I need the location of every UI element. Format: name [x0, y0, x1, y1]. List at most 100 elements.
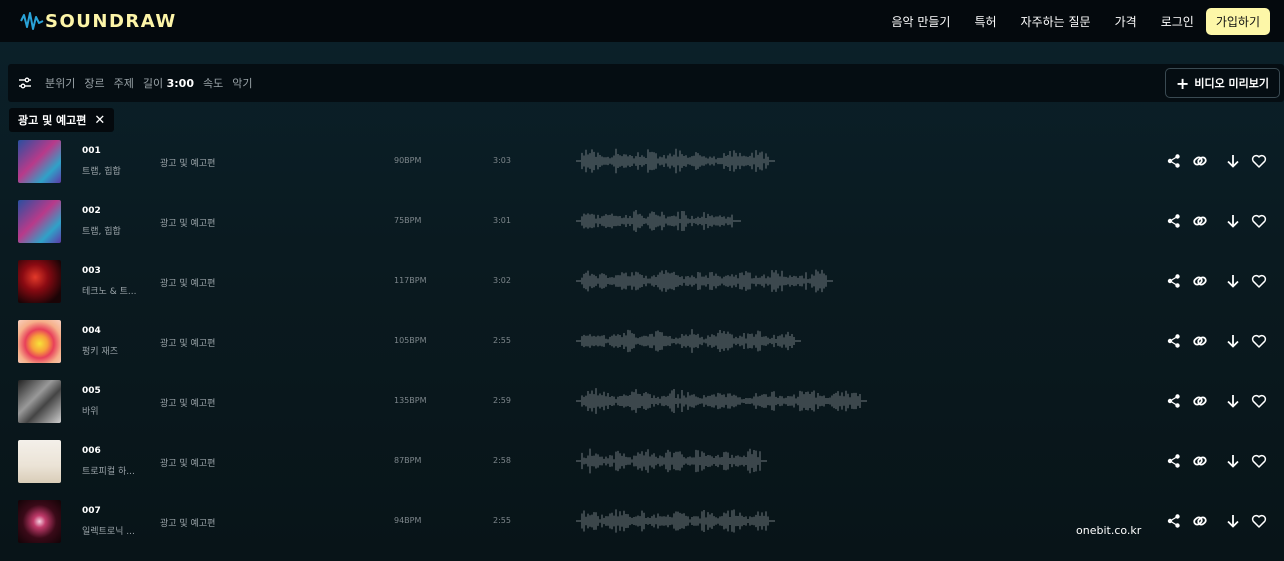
download-icon[interactable]	[1225, 213, 1241, 229]
link-icon[interactable]	[1192, 513, 1208, 529]
track-waveform[interactable]	[576, 146, 886, 176]
nav-link-patent[interactable]: 특허	[974, 13, 996, 30]
track-number: 005	[82, 386, 101, 396]
active-filter-chip-label: 광고 및 예고편	[18, 114, 87, 127]
link-icon[interactable]	[1192, 153, 1208, 169]
share-icon[interactable]	[1166, 333, 1182, 349]
link-icon[interactable]	[1192, 453, 1208, 469]
heart-icon[interactable]	[1251, 213, 1267, 229]
track-number: 006	[82, 446, 101, 456]
track-length: 2:58	[493, 456, 511, 465]
video-preview-button[interactable]: + 비디오 미리보기	[1164, 68, 1280, 98]
track-cover-art[interactable]	[18, 320, 61, 363]
track-bpm: 90BPM	[394, 156, 422, 165]
download-icon[interactable]	[1225, 393, 1241, 409]
track-waveform[interactable]	[576, 506, 886, 536]
link-icon[interactable]	[1192, 213, 1208, 229]
track-row[interactable]: 006 트로피컬 하... 광고 및 예고편 87BPM 2:58	[0, 438, 1284, 498]
download-icon[interactable]	[1225, 153, 1241, 169]
track-category: 광고 및 예고편	[160, 279, 216, 289]
track-waveform[interactable]	[576, 326, 886, 356]
heart-icon[interactable]	[1251, 333, 1267, 349]
track-cover-art[interactable]	[18, 260, 61, 303]
filter-tempo[interactable]: 속도	[203, 75, 223, 91]
track-row[interactable]: 001 트랩, 힙합 광고 및 예고편 90BPM 3:03	[0, 138, 1284, 198]
track-bpm: 135BPM	[394, 396, 427, 405]
share-icon[interactable]	[1166, 273, 1182, 289]
track-number: 003	[82, 266, 101, 276]
logo-wave-icon	[20, 12, 44, 30]
track-waveform[interactable]	[576, 266, 886, 296]
share-icon[interactable]	[1166, 153, 1182, 169]
track-genre: 트랩, 힙합	[82, 227, 121, 237]
filter-length-label: 길이	[142, 77, 164, 90]
download-icon[interactable]	[1225, 273, 1241, 289]
filter-length-value: 3:00	[166, 77, 194, 90]
track-cover-art[interactable]	[18, 380, 61, 423]
sliders-icon[interactable]	[18, 76, 32, 90]
nav-link-faq[interactable]: 자주하는 질문	[1021, 13, 1091, 30]
track-category: 광고 및 예고편	[160, 159, 216, 169]
track-cover-art[interactable]	[18, 440, 61, 483]
track-cover-art[interactable]	[18, 140, 61, 183]
download-icon[interactable]	[1225, 453, 1241, 469]
close-icon[interactable]: ✕	[94, 113, 105, 128]
track-number: 007	[82, 506, 101, 516]
filter-genre[interactable]: 장르	[84, 75, 104, 91]
share-icon[interactable]	[1166, 213, 1182, 229]
download-icon[interactable]	[1225, 333, 1241, 349]
share-icon[interactable]	[1166, 513, 1182, 529]
heart-icon[interactable]	[1251, 153, 1267, 169]
nav-link-login[interactable]: 로그인	[1161, 13, 1194, 30]
track-waveform[interactable]	[576, 206, 886, 236]
download-icon[interactable]	[1225, 513, 1241, 529]
track-bpm: 117BPM	[394, 276, 427, 285]
nav-link-pricing[interactable]: 가격	[1115, 13, 1137, 30]
filter-length[interactable]: 길이 3:00	[143, 75, 194, 91]
track-length: 3:03	[493, 156, 511, 165]
track-cover-art[interactable]	[18, 200, 61, 243]
track-category: 광고 및 예고편	[160, 519, 216, 529]
nav-link-create-music[interactable]: 음악 만들기	[891, 13, 950, 30]
track-number: 004	[82, 326, 101, 336]
heart-icon[interactable]	[1251, 273, 1267, 289]
track-category: 광고 및 예고편	[160, 219, 216, 229]
logo-text: SOUNDRAW	[45, 10, 177, 32]
track-cover-art[interactable]	[18, 500, 61, 543]
signup-button[interactable]: 가입하기	[1205, 7, 1270, 35]
track-row[interactable]: 002 트랩, 힙합 광고 및 예고편 75BPM 3:01	[0, 198, 1284, 258]
watermark: onebit.co.kr	[1076, 524, 1142, 537]
track-genre: 바위	[82, 407, 99, 417]
link-icon[interactable]	[1192, 393, 1208, 409]
filter-mood[interactable]: 분위기	[45, 75, 75, 91]
heart-icon[interactable]	[1251, 453, 1267, 469]
filter-bar: 분위기 장르 주제 길이 3:00 속도 악기 + 비디오 미리보기	[8, 64, 1284, 102]
filter-theme[interactable]: 주제	[114, 75, 134, 91]
top-nav: SOUNDRAW 음악 만들기 특허 자주하는 질문 가격 로그인 가입하기	[0, 0, 1284, 42]
track-genre: 테크노 & 트...	[82, 287, 137, 297]
track-genre: 트로피컬 하...	[82, 467, 135, 477]
track-bpm: 87BPM	[394, 456, 422, 465]
track-length: 2:55	[493, 336, 511, 345]
nav-links: 음악 만들기 특허 자주하는 질문 가격 로그인 가입하기	[867, 0, 1270, 42]
link-icon[interactable]	[1192, 273, 1208, 289]
track-genre: 일렉트로닉 ...	[82, 527, 135, 537]
active-filter-chip: 광고 및 예고편 ✕	[9, 108, 115, 132]
track-number: 002	[82, 206, 101, 216]
track-bpm: 105BPM	[394, 336, 427, 345]
track-waveform[interactable]	[576, 386, 886, 416]
filter-instrument[interactable]: 악기	[232, 75, 252, 91]
share-icon[interactable]	[1166, 453, 1182, 469]
track-length: 2:55	[493, 516, 511, 525]
share-icon[interactable]	[1166, 393, 1182, 409]
link-icon[interactable]	[1192, 333, 1208, 349]
track-row[interactable]: 005 바위 광고 및 예고편 135BPM 2:59	[0, 378, 1284, 438]
track-category: 광고 및 예고편	[160, 399, 216, 409]
track-row[interactable]: 003 테크노 & 트... 광고 및 예고편 117BPM 3:02	[0, 258, 1284, 318]
track-waveform[interactable]	[576, 446, 886, 476]
heart-icon[interactable]	[1251, 513, 1267, 529]
plus-icon: +	[1175, 73, 1190, 93]
heart-icon[interactable]	[1251, 393, 1267, 409]
logo[interactable]: SOUNDRAW	[20, 11, 177, 32]
track-row[interactable]: 004 펑키 재즈 광고 및 예고편 105BPM 2:55	[0, 318, 1284, 378]
